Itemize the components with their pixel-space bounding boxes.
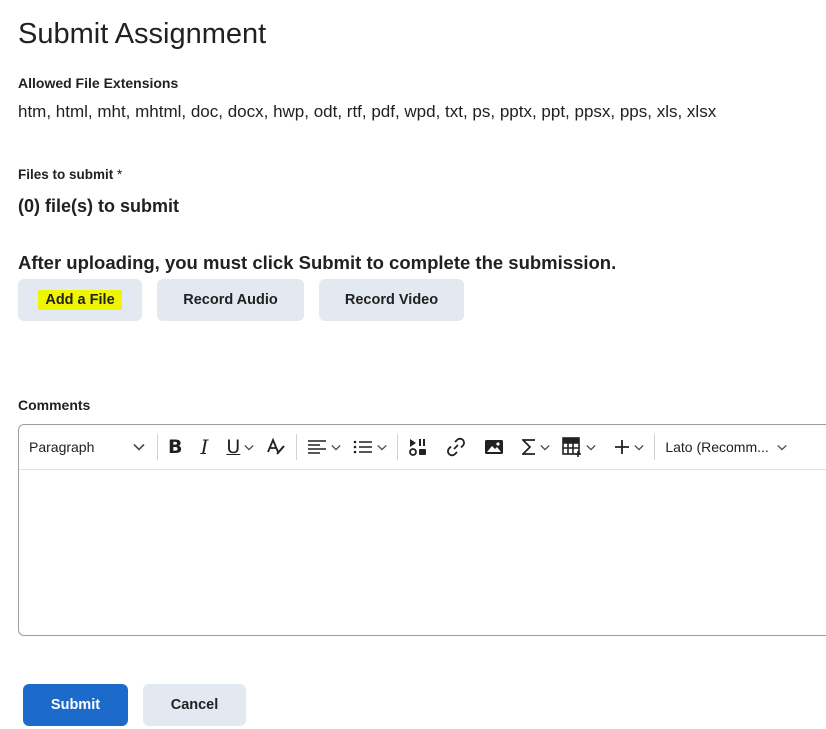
files-to-submit-label: Files to submit * xyxy=(18,167,122,182)
add-file-label: Add a File xyxy=(38,290,122,310)
bullet-list-icon xyxy=(353,439,373,455)
page-title: Submit Assignment xyxy=(18,18,267,50)
bold-button[interactable]: B xyxy=(162,431,188,463)
link-icon xyxy=(446,437,466,457)
submit-button[interactable]: Submit xyxy=(23,684,128,726)
files-count: (0) file(s) to submit xyxy=(18,196,179,216)
toolbar-divider xyxy=(654,434,656,460)
toolbar-divider xyxy=(296,434,298,460)
align-dropdown[interactable] xyxy=(301,431,347,463)
comments-editor[interactable]: Paragraph B I U Lato (Recomm... xyxy=(18,424,826,636)
underline-icon: U xyxy=(226,436,241,458)
chevron-down-icon xyxy=(540,444,550,451)
editor-toolbar: Paragraph B I U Lato (Recomm... xyxy=(19,425,826,470)
insert-image-button[interactable] xyxy=(478,431,510,463)
block-format-dropdown[interactable]: Paragraph xyxy=(19,431,153,463)
italic-icon: I xyxy=(200,435,209,459)
text-style-button[interactable] xyxy=(260,431,292,463)
underline-button[interactable]: U xyxy=(220,431,260,463)
record-video-button[interactable]: Record Video xyxy=(319,279,464,321)
editor-body[interactable] xyxy=(19,470,826,635)
font-family-value: Lato (Recomm... xyxy=(665,439,769,455)
record-audio-button[interactable]: Record Audio xyxy=(157,279,304,321)
files-to-submit-text: Files to submit xyxy=(18,167,114,182)
table-dropdown[interactable] xyxy=(556,431,602,463)
chevron-down-icon xyxy=(133,443,145,451)
plus-icon xyxy=(614,439,630,455)
required-marker: * xyxy=(117,167,123,182)
list-dropdown[interactable] xyxy=(347,431,393,463)
chevron-down-icon xyxy=(634,444,644,451)
table-icon xyxy=(562,437,582,457)
chevron-down-icon xyxy=(244,444,254,451)
insert-media-button[interactable] xyxy=(402,431,434,463)
image-icon xyxy=(484,438,504,456)
align-left-icon xyxy=(307,439,327,455)
allowed-extensions-list: htm, html, mht, mhtml, doc, docx, hwp, o… xyxy=(18,102,717,121)
allowed-extensions-label: Allowed File Extensions xyxy=(18,75,179,91)
media-icon xyxy=(408,437,428,457)
toolbar-divider xyxy=(157,434,158,460)
insert-link-button[interactable] xyxy=(440,431,472,463)
bold-icon: B xyxy=(168,436,183,458)
chevron-down-icon xyxy=(777,444,787,451)
sigma-icon xyxy=(522,438,536,456)
insert-more-dropdown[interactable] xyxy=(608,431,650,463)
cancel-button[interactable]: Cancel xyxy=(143,684,246,726)
block-format-value: Paragraph xyxy=(29,439,95,455)
font-family-dropdown[interactable]: Lato (Recomm... xyxy=(659,431,792,463)
italic-button[interactable]: I xyxy=(194,431,214,463)
equation-dropdown[interactable] xyxy=(516,431,556,463)
text-format-icon xyxy=(266,438,286,456)
toolbar-divider xyxy=(397,434,399,460)
submit-notice: After uploading, you must click Submit t… xyxy=(18,252,617,273)
chevron-down-icon xyxy=(586,444,596,451)
comments-label: Comments xyxy=(18,397,91,413)
add-file-button[interactable]: Add a File xyxy=(18,279,142,321)
chevron-down-icon xyxy=(377,444,387,451)
chevron-down-icon xyxy=(331,444,341,451)
